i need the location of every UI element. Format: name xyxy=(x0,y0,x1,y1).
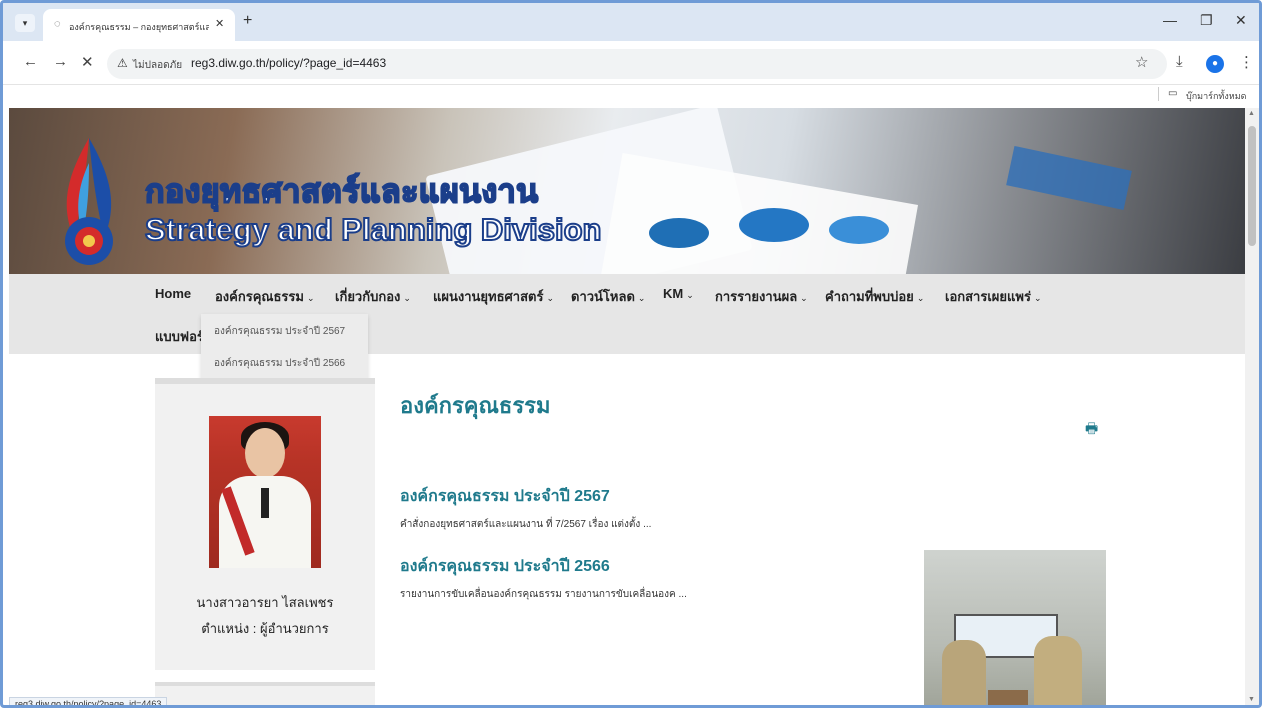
nav-virtue-org[interactable]: องค์กรคุณธรรม ⌄ xyxy=(215,286,314,307)
nav-label: ดาวน์โหลด xyxy=(571,289,635,304)
loading-icon: ◌ xyxy=(54,18,61,30)
main-navigation: Home องค์กรคุณธรรม ⌄ เกี่ยวกับกอง ⌄ แผนงาน… xyxy=(9,274,1245,354)
director-name: นางสาวอารยา ไสลเพชร xyxy=(196,595,334,610)
all-bookmarks-label[interactable]: บุ๊กมาร์กทั้งหมด xyxy=(1186,89,1246,103)
photo-detail xyxy=(988,690,1028,705)
nav-strategy-plan[interactable]: แผนงานยุทธศาสตร์ ⌄ xyxy=(433,286,554,307)
nav-home[interactable]: Home xyxy=(155,286,191,301)
banner-chart-shape xyxy=(739,208,809,242)
page-scrollbar[interactable]: ▲ ▼ xyxy=(1245,108,1259,705)
print-icon[interactable]: 🖶 xyxy=(1085,418,1098,442)
post-excerpt-2567: คำสั่งกองยุทธศาสตร์และแผนงาน ที่ 7/2567 … xyxy=(400,519,652,530)
menu-icon[interactable]: ⋮ xyxy=(1239,53,1254,71)
nav-label: องค์กรคุณธรรม xyxy=(215,289,304,304)
web-page: กองยุทธศาสตร์และแผนงาน Strategy and Plan… xyxy=(9,108,1245,705)
browser-window: ▾ ◌ องค์กรคุณธรรม – กองยุทธศาสตร์และ ✕ +… xyxy=(0,0,1262,708)
minimize-button[interactable]: — xyxy=(1163,12,1177,28)
bookmark-star-icon[interactable]: ☆ xyxy=(1135,53,1148,71)
scroll-up-icon[interactable]: ▲ xyxy=(1248,110,1255,117)
director-card: นางสาวอารยา ไสลเพชร ตำแหน่ง : ผู้อำนวยกา… xyxy=(155,378,375,670)
nav-label: เกี่ยวกับกอง xyxy=(335,289,401,304)
tab-close-icon[interactable]: ✕ xyxy=(215,17,224,30)
chevron-down-icon: ⌄ xyxy=(800,293,808,303)
banner-chart-shape xyxy=(829,216,889,244)
post-title-2566[interactable]: องค์กรคุณธรรม ประจำปี 2566 xyxy=(400,554,610,579)
folder-icon[interactable]: ▭ xyxy=(1168,88,1177,99)
browser-toolbar: ← → ✕ ⚠ ไม่ปลอดภัย reg3.diw.go.th/policy… xyxy=(3,41,1259,85)
dropdown-item-2566[interactable]: องค์กรคุณธรรม ประจำปี 2566 xyxy=(214,356,345,371)
banner-title-thai: กองยุทธศาสตร์และแผนงาน xyxy=(144,172,539,210)
chevron-down-icon: ⌄ xyxy=(403,293,411,303)
stop-loading-button[interactable]: ✕ xyxy=(81,53,94,71)
nav-reports[interactable]: การรายงานผล ⌄ xyxy=(715,286,808,307)
tab-strip: ▾ ◌ องค์กรคุณธรรม – กองยุทธศาสตร์และ ✕ +… xyxy=(3,3,1259,41)
director-photo xyxy=(209,416,321,568)
new-tab-button[interactable]: + xyxy=(243,12,252,30)
status-bar: reg3.diw.go.th/policy/?page_id=4463 xyxy=(9,697,168,705)
division-logo[interactable] xyxy=(49,133,129,268)
tab-search-button[interactable]: ▾ xyxy=(15,14,35,32)
browser-tab[interactable]: ◌ องค์กรคุณธรรม – กองยุทธศาสตร์และ ✕ xyxy=(43,9,235,41)
nav-label: KM xyxy=(663,286,684,301)
url-text[interactable]: reg3.diw.go.th/policy/?page_id=4463 xyxy=(191,56,386,70)
nav-about[interactable]: เกี่ยวกับกอง ⌄ xyxy=(335,286,411,307)
scroll-down-icon[interactable]: ▼ xyxy=(1248,696,1255,703)
nav-faq[interactable]: คำถามที่พบบ่อย ⌄ xyxy=(825,286,924,307)
chevron-down-icon: ⌄ xyxy=(686,290,694,300)
dropdown-item-2567[interactable]: องค์กรคุณธรรม ประจำปี 2567 xyxy=(214,324,345,339)
nav-label: คำถามที่พบบ่อย xyxy=(825,289,914,304)
banner-arrow xyxy=(1006,145,1132,211)
profile-avatar[interactable]: ● xyxy=(1206,55,1224,73)
post-title-2567[interactable]: องค์กรคุณธรรม ประจำปี 2567 xyxy=(400,484,610,509)
nav-label: การรายงานผล xyxy=(715,289,798,304)
chevron-down-icon: ⌄ xyxy=(546,293,554,303)
photo-detail xyxy=(261,488,269,518)
scrollbar-thumb[interactable] xyxy=(1248,126,1256,246)
back-button[interactable]: ← xyxy=(23,53,38,70)
page-title: องค์กรคุณธรรม xyxy=(400,393,551,418)
forward-button[interactable]: → xyxy=(53,53,68,70)
chevron-down-icon: ⌄ xyxy=(916,293,925,303)
photo-detail xyxy=(245,428,285,478)
chevron-down-icon: ⌄ xyxy=(637,293,646,303)
nav-label: เอกสารเผยแพร่ xyxy=(945,289,1031,304)
sidebar-widget xyxy=(155,682,375,705)
nav-km[interactable]: KM ⌄ xyxy=(663,286,694,301)
site-banner: กองยุทธศาสตร์และแผนงาน Strategy and Plan… xyxy=(9,108,1245,274)
chevron-down-icon: ⌄ xyxy=(1033,293,1042,303)
photo-detail xyxy=(1034,636,1082,705)
chevron-down-icon: ⌄ xyxy=(306,293,315,303)
event-photo[interactable] xyxy=(924,550,1106,705)
address-bar[interactable]: ⚠ ไม่ปลอดภัย reg3.diw.go.th/policy/?page… xyxy=(107,49,1167,79)
restore-button[interactable]: ❐ xyxy=(1200,12,1213,29)
director-position: ตำแหน่ง : ผู้อำนวยการ xyxy=(201,621,329,636)
warning-icon[interactable]: ⚠ xyxy=(117,56,128,70)
nav-download[interactable]: ดาวน์โหลด ⌄ xyxy=(571,286,645,307)
bookmarks-divider xyxy=(1158,87,1159,101)
bookmarks-bar: ▭ บุ๊กมาร์กทั้งหมด xyxy=(3,85,1259,105)
banner-chart-shape xyxy=(649,218,709,248)
nav-dropdown-menu: องค์กรคุณธรรม ประจำปี 2567 องค์กรคุณธรรม… xyxy=(201,314,368,382)
download-icon[interactable]: ⤓ xyxy=(1176,53,1183,70)
nav-forms[interactable]: แบบฟอร์ xyxy=(155,326,204,347)
security-label[interactable]: ไม่ปลอดภัย xyxy=(133,58,182,73)
nav-publications[interactable]: เอกสารเผยแพร่ ⌄ xyxy=(945,286,1042,307)
banner-title-english: Strategy and Planning Division xyxy=(144,211,602,248)
nav-label: แผนงานยุทธศาสตร์ xyxy=(433,289,544,304)
close-window-button[interactable]: ✕ xyxy=(1235,12,1247,29)
photo-detail xyxy=(942,640,986,705)
tab-title: องค์กรคุณธรรม – กองยุทธศาสตร์และ xyxy=(69,22,209,32)
post-excerpt-2566: รายงานการขับเคลื่อนองค์กรคุณธรรม รายงานก… xyxy=(400,589,687,600)
